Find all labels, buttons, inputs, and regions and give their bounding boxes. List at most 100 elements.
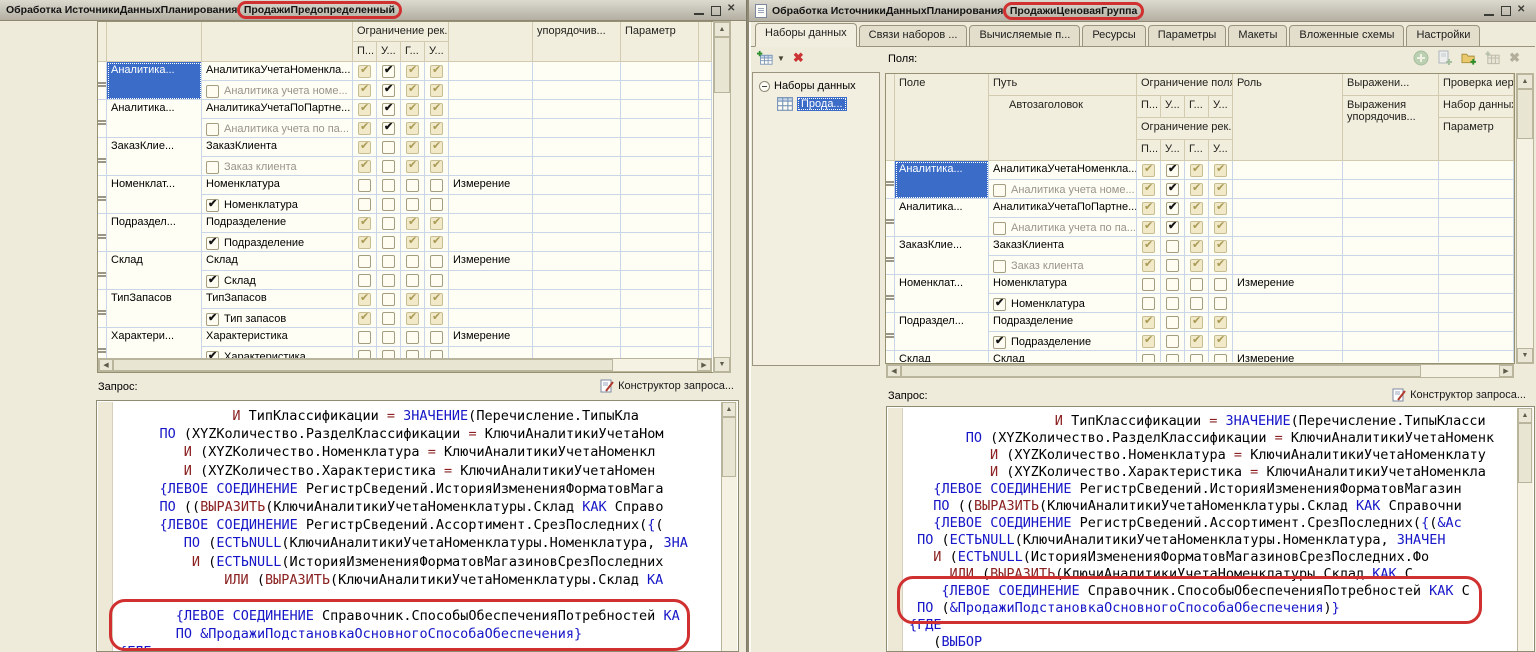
restriction-checkbox[interactable] — [1142, 240, 1155, 253]
autotitle-checkbox[interactable] — [206, 199, 219, 212]
restriction-checkbox[interactable] — [430, 141, 443, 154]
field-name-cell[interactable]: Аналитика... — [107, 100, 202, 138]
field-extra-cell[interactable] — [621, 100, 699, 119]
field-extra-cell[interactable] — [1439, 256, 1514, 275]
field-extra-cell[interactable] — [533, 233, 621, 252]
scroll-right-icon[interactable]: ▶ — [697, 359, 711, 371]
tab-5[interactable]: Параметры — [1148, 25, 1227, 46]
field-name-cell[interactable]: Подраздел... — [107, 214, 202, 252]
add-dataset-icon[interactable] — [757, 50, 773, 66]
restriction-checkbox[interactable] — [406, 65, 419, 78]
field-path-cell[interactable]: Номенклатура — [989, 275, 1137, 294]
field-name-cell[interactable]: Номенклат... — [895, 275, 989, 313]
restriction-checkbox[interactable] — [406, 179, 419, 192]
field-role-cell[interactable] — [449, 309, 533, 328]
restriction-checkbox[interactable] — [358, 103, 371, 116]
field-extra-cell[interactable] — [533, 100, 621, 119]
field-path-cell[interactable]: АналитикаУчетаНоменкла... — [989, 161, 1137, 180]
restriction-checkbox[interactable] — [1166, 278, 1179, 291]
delete-field-icon[interactable]: ✖ — [1509, 50, 1520, 66]
field-extra-cell[interactable] — [533, 309, 621, 328]
restriction-checkbox[interactable] — [406, 312, 419, 325]
restriction-checkbox[interactable] — [382, 141, 395, 154]
field-role-cell[interactable] — [1233, 256, 1343, 275]
field-autotitle-cell[interactable]: Аналитика учета номе... — [202, 81, 353, 100]
field-extra-cell[interactable] — [1439, 161, 1514, 180]
field-extra-cell[interactable] — [699, 176, 712, 195]
restriction-checkbox[interactable] — [406, 198, 419, 211]
restriction-checkbox[interactable] — [430, 293, 443, 306]
field-extra-cell[interactable] — [533, 176, 621, 195]
field-role-cell[interactable] — [1233, 180, 1343, 199]
field-extra-cell[interactable] — [699, 81, 712, 100]
restriction-checkbox[interactable] — [430, 122, 443, 135]
drag-handle[interactable] — [886, 237, 895, 275]
restriction-checkbox[interactable] — [382, 331, 395, 344]
restriction-checkbox[interactable] — [1142, 202, 1155, 215]
restriction-checkbox[interactable] — [1214, 221, 1227, 234]
dropdown-caret-icon[interactable]: ▼ — [777, 54, 785, 63]
close-icon[interactable] — [1518, 6, 1528, 16]
drag-handle[interactable] — [886, 275, 895, 313]
field-name-cell[interactable]: Подраздел... — [895, 313, 989, 351]
field-extra-cell[interactable] — [533, 214, 621, 233]
restriction-checkbox[interactable] — [430, 236, 443, 249]
field-extra-cell[interactable] — [533, 195, 621, 214]
field-path-cell[interactable]: Склад — [202, 252, 353, 271]
query-constructor-link[interactable]: Конструктор запроса... — [1392, 388, 1526, 402]
scroll-thumb[interactable] — [1518, 423, 1532, 483]
restriction-checkbox[interactable] — [430, 198, 443, 211]
field-path-cell[interactable]: Подразделение — [202, 214, 353, 233]
tab-6[interactable]: Макеты — [1228, 25, 1287, 46]
restriction-checkbox[interactable] — [382, 274, 395, 287]
field-extra-cell[interactable] — [1439, 199, 1514, 218]
restriction-checkbox[interactable] — [1142, 316, 1155, 329]
add-nested-table-icon[interactable] — [1485, 50, 1501, 66]
query-v-scrollbar[interactable]: ▲ — [721, 402, 737, 651]
field-extra-cell[interactable] — [621, 233, 699, 252]
add-field-icon[interactable] — [1413, 50, 1429, 66]
field-autotitle-cell[interactable]: Аналитика учета по па... — [202, 119, 353, 138]
field-role-cell[interactable] — [1233, 237, 1343, 256]
autotitle-checkbox[interactable] — [993, 222, 1006, 235]
query-v-scrollbar[interactable]: ▲ — [1517, 408, 1533, 651]
restriction-checkbox[interactable] — [1190, 316, 1203, 329]
field-extra-cell[interactable] — [1343, 256, 1439, 275]
titlebar[interactable]: Обработка ИсточникиДанныхПланирования: П… — [749, 0, 1536, 22]
field-extra-cell[interactable] — [533, 252, 621, 271]
field-extra-cell[interactable] — [699, 347, 712, 358]
field-extra-cell[interactable] — [533, 62, 621, 81]
field-path-cell[interactable]: АналитикаУчетаПоПартне... — [202, 100, 353, 119]
restriction-checkbox[interactable] — [358, 331, 371, 344]
field-autotitle-cell[interactable]: Номенклатура — [202, 195, 353, 214]
tab-2[interactable]: Связи наборов ... — [859, 25, 968, 46]
field-role-cell[interactable]: Измерение — [449, 328, 533, 347]
restriction-checkbox[interactable] — [382, 312, 395, 325]
h-scrollbar[interactable]: ◀ ▶ — [98, 358, 712, 372]
drag-handle[interactable] — [98, 328, 107, 358]
field-role-cell[interactable] — [449, 271, 533, 290]
restriction-checkbox[interactable] — [358, 350, 371, 359]
field-name-cell[interactable]: ТипЗапасов — [107, 290, 202, 328]
restriction-checkbox[interactable] — [382, 236, 395, 249]
restriction-checkbox[interactable] — [1190, 354, 1203, 363]
field-path-cell[interactable]: АналитикаУчетаПоПартне... — [989, 199, 1137, 218]
drag-handle[interactable] — [886, 351, 895, 362]
h-scrollbar[interactable]: ◀ ▶ — [886, 364, 1514, 378]
autotitle-checkbox[interactable] — [206, 351, 219, 359]
field-role-cell[interactable] — [449, 347, 533, 358]
restriction-checkbox[interactable] — [358, 236, 371, 249]
field-extra-cell[interactable] — [533, 271, 621, 290]
field-extra-cell[interactable] — [621, 271, 699, 290]
scroll-up-icon[interactable]: ▲ — [714, 22, 730, 37]
restriction-checkbox[interactable] — [430, 84, 443, 97]
restriction-checkbox[interactable] — [358, 293, 371, 306]
restriction-checkbox[interactable] — [406, 122, 419, 135]
restriction-checkbox[interactable] — [1214, 335, 1227, 348]
field-extra-cell[interactable] — [1343, 275, 1439, 294]
field-name-cell[interactable]: ЗаказКлие... — [895, 237, 989, 275]
drag-handle[interactable] — [886, 161, 895, 199]
field-autotitle-cell[interactable]: Подразделение — [202, 233, 353, 252]
restriction-checkbox[interactable] — [1166, 183, 1179, 196]
autotitle-checkbox[interactable] — [206, 237, 219, 250]
